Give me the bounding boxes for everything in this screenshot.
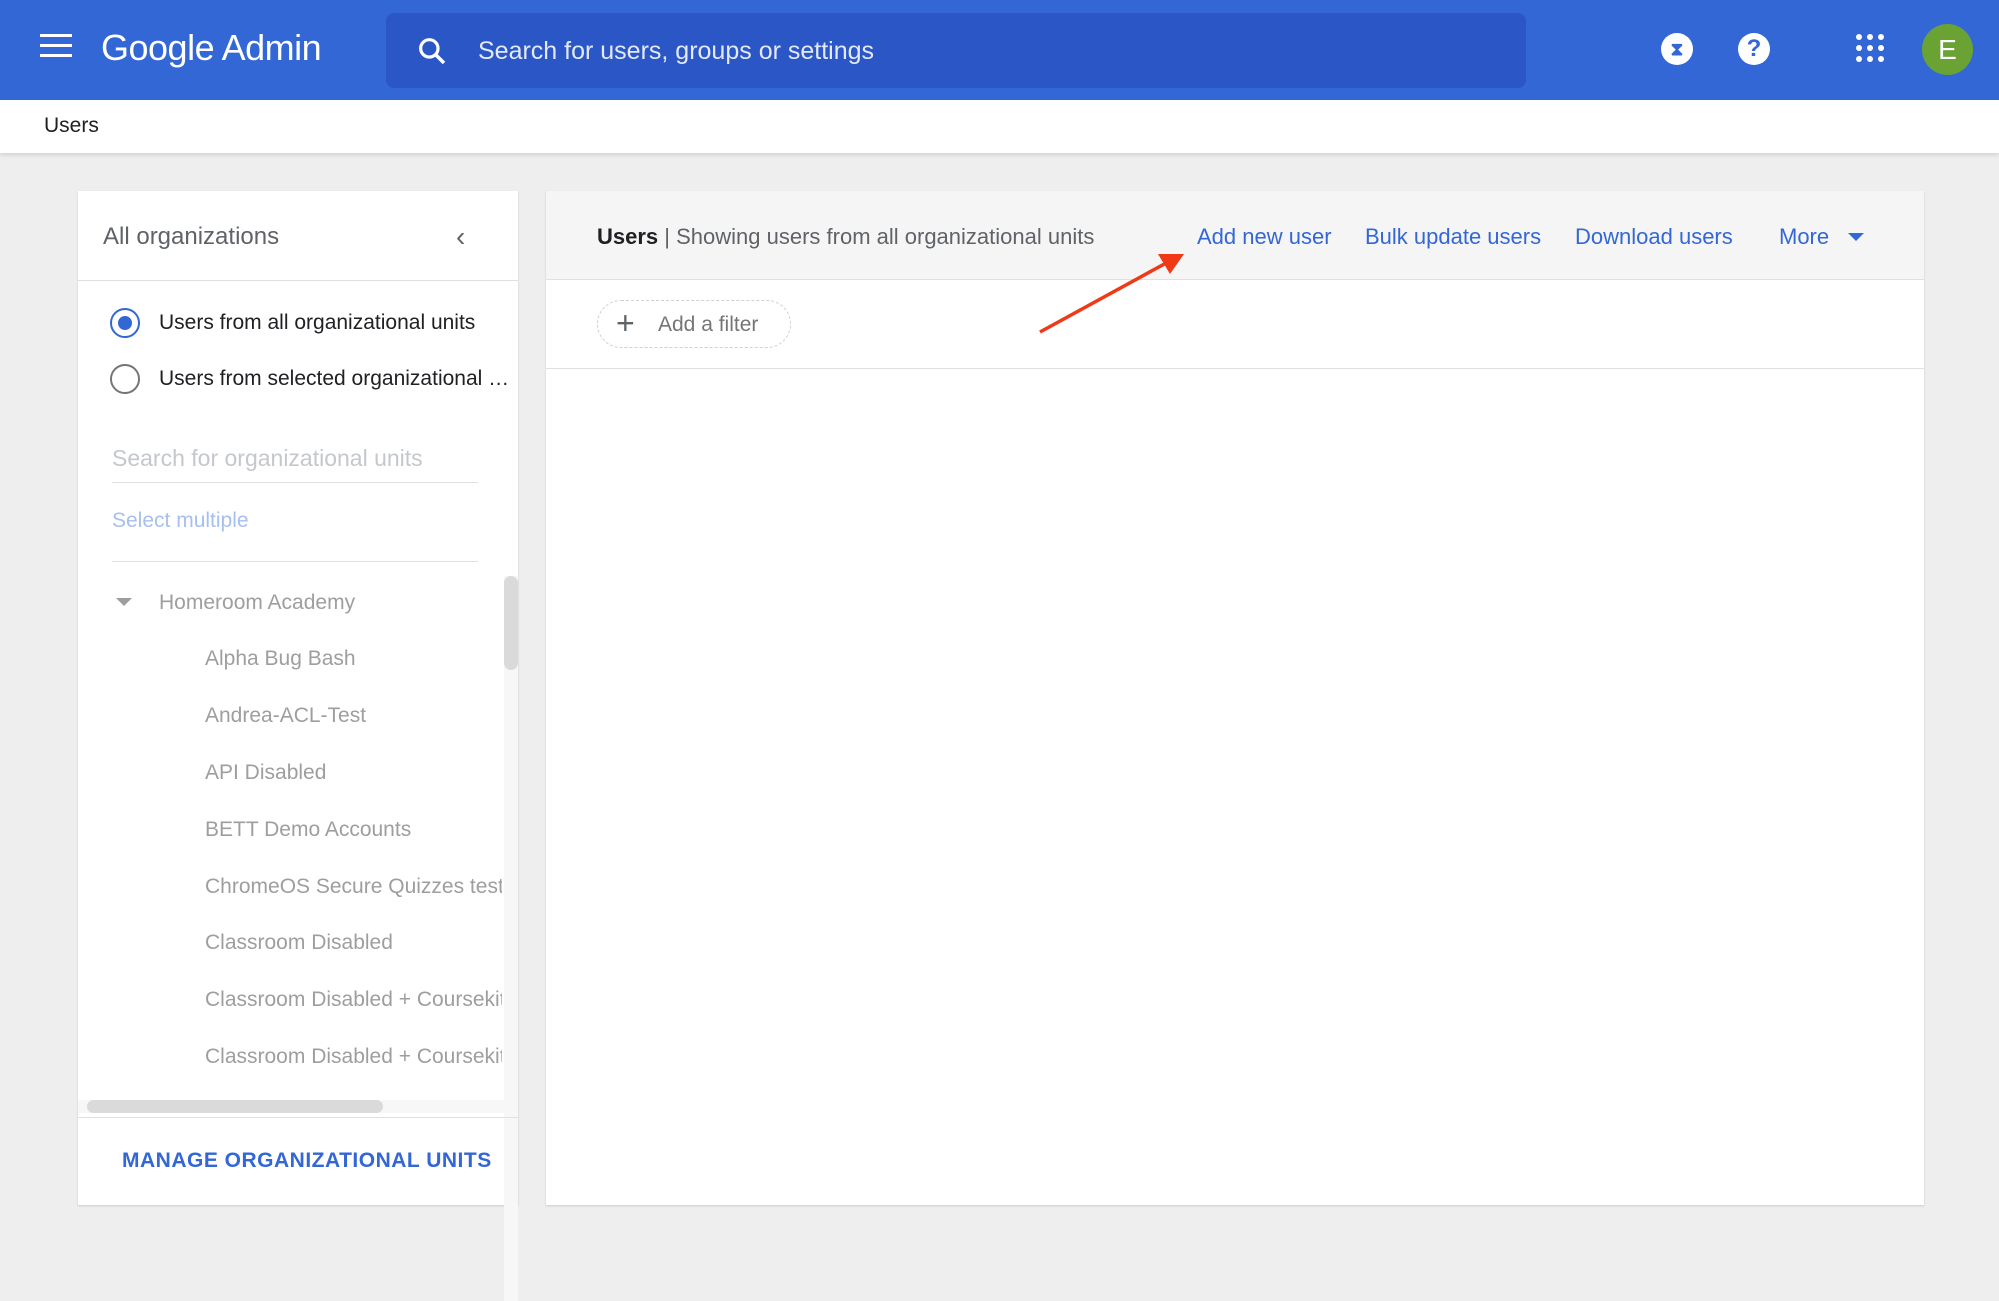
- download-users-link[interactable]: Download users: [1575, 224, 1733, 250]
- breadcrumb: Users: [0, 100, 1999, 153]
- tree-item[interactable]: Andrea-ACL-Test: [205, 704, 502, 728]
- select-multiple-link[interactable]: Select multiple: [112, 509, 249, 533]
- search-icon: [419, 38, 446, 65]
- add-filter-button[interactable]: + Add a filter: [597, 300, 791, 348]
- org-unit-search-input[interactable]: Search for organizational units: [112, 445, 478, 483]
- search-bar[interactable]: Search for users, groups or settings: [386, 13, 1526, 88]
- search-input[interactable]: Search for users, groups or settings: [478, 37, 874, 66]
- radio-all-label[interactable]: Users from all organizational units: [159, 311, 514, 335]
- page-title: Users | Showing users from all organizat…: [597, 224, 1095, 249]
- top-app-bar: Google Admin Search for users, groups or…: [0, 0, 1999, 100]
- tree-item[interactable]: ChromeOS Secure Quizzes test: [205, 875, 502, 899]
- hourglass-icon[interactable]: ⧗: [1661, 33, 1693, 65]
- users-panel: Users | Showing users from all organizat…: [546, 191, 1924, 1205]
- tree-item[interactable]: API Disabled: [205, 761, 502, 785]
- scroll-thumb[interactable]: [504, 576, 518, 670]
- app-logo[interactable]: Google Admin: [101, 27, 322, 69]
- tree-item[interactable]: Alpha Bug Bash: [205, 647, 502, 671]
- apps-grid-icon[interactable]: [1856, 34, 1884, 62]
- chevron-left-icon[interactable]: ‹: [456, 221, 465, 253]
- caret-down-icon[interactable]: [1848, 233, 1864, 241]
- more-menu-button[interactable]: More: [1779, 224, 1829, 250]
- menu-icon[interactable]: [40, 34, 72, 60]
- vertical-scrollbar[interactable]: [504, 576, 518, 1301]
- tree-item[interactable]: Classroom Disabled: [205, 931, 502, 955]
- add-new-user-link[interactable]: Add new user: [1197, 224, 1332, 250]
- caret-down-icon[interactable]: [116, 598, 132, 606]
- org-unit-panel: All organizations ‹ Users from all organ…: [78, 191, 518, 1301]
- plus-icon: +: [616, 305, 635, 341]
- tree-root[interactable]: Homeroom Academy: [159, 591, 456, 615]
- manage-org-units-button[interactable]: MANAGE ORGANIZATIONAL UNITS: [122, 1149, 492, 1173]
- radio-all-units[interactable]: [110, 308, 140, 338]
- horizontal-scrollbar[interactable]: [78, 1100, 504, 1113]
- filter-bar: + Add a filter: [546, 280, 1924, 369]
- panel-title: All organizations: [103, 223, 280, 250]
- avatar[interactable]: E: [1922, 24, 1973, 75]
- radio-selected-units[interactable]: [110, 364, 140, 394]
- scroll-thumb[interactable]: [87, 1100, 383, 1113]
- tree-item[interactable]: Classroom Disabled + Coursekit: [205, 988, 502, 1012]
- bulk-update-users-link[interactable]: Bulk update users: [1365, 224, 1541, 250]
- tree-item[interactable]: Classroom Disabled + Coursekit: [205, 1045, 502, 1069]
- help-icon[interactable]: ?: [1738, 33, 1770, 65]
- radio-selected-label[interactable]: Users from selected organizational units: [159, 367, 514, 391]
- tree-item[interactable]: BETT Demo Accounts: [205, 818, 502, 842]
- breadcrumb-users[interactable]: Users: [44, 114, 99, 138]
- users-toolbar: Users | Showing users from all organizat…: [546, 191, 1924, 280]
